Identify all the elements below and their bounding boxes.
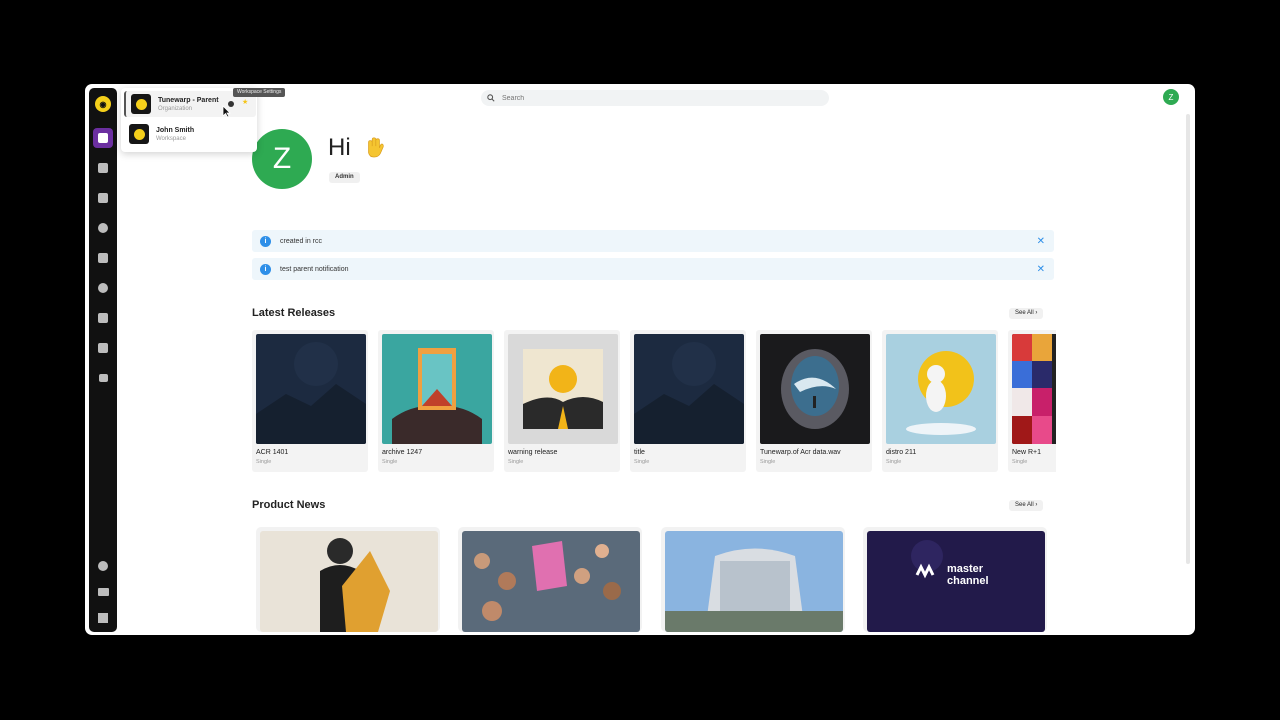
news-image-text: master channel — [947, 563, 989, 587]
release-title: Tunewarp.of Acr data.wav — [760, 449, 841, 456]
star-icon[interactable]: ★ — [242, 98, 248, 106]
workspace-item[interactable]: John Smith Workspace — [124, 121, 254, 147]
release-card[interactable]: New R+1 Single — [1008, 330, 1056, 472]
notification-text: created in rcc — [280, 237, 323, 245]
assets-icon[interactable] — [93, 248, 113, 268]
workspace-name: Tunewarp - Parent — [158, 96, 219, 104]
role-badge: Admin — [329, 172, 360, 183]
workspace-logo — [131, 94, 151, 114]
info-icon: i — [260, 235, 271, 247]
news-image — [462, 531, 640, 632]
releases-icon[interactable] — [93, 158, 113, 178]
royalties-icon[interactable] — [93, 308, 113, 328]
notification-banner: i test parent notification ✕ — [252, 258, 1054, 280]
news-image: master channel — [867, 531, 1045, 632]
news-image — [260, 531, 438, 632]
notification-banner: i created in rcc ✕ — [252, 230, 1054, 252]
news-image — [665, 531, 843, 632]
release-artwork — [382, 334, 492, 444]
analytics-icon[interactable] — [93, 368, 113, 388]
billing-icon[interactable] — [93, 582, 113, 602]
greeting-text: Hi — [328, 134, 351, 161]
info-icon[interactable] — [93, 556, 113, 576]
app-window: ◉ Z Z Hi Admin i created in rcc ✕ — [85, 84, 1195, 635]
distribution-icon[interactable] — [93, 278, 113, 298]
mouse-cursor-icon — [222, 105, 231, 118]
tracks-icon[interactable] — [93, 188, 113, 208]
release-title: title — [634, 449, 645, 456]
news-card[interactable]: master channel — [863, 527, 1047, 632]
search-icon — [487, 94, 495, 102]
release-card[interactable]: archive 1247 Single — [378, 330, 494, 472]
release-artwork — [1012, 334, 1056, 444]
shield-icon[interactable] — [93, 338, 113, 358]
news-card[interactable] — [661, 527, 845, 632]
release-title: distro 211 — [886, 449, 917, 456]
workspace-logo — [129, 124, 149, 144]
workspace-type: Workspace — [156, 135, 186, 142]
release-artwork — [760, 334, 870, 444]
release-type: Single — [508, 459, 524, 465]
release-card[interactable]: title Single — [630, 330, 746, 472]
release-title: archive 1247 — [382, 449, 423, 456]
settings-tooltip: Workspace Settings — [233, 88, 286, 97]
see-all-label: See All — [1015, 310, 1034, 316]
release-artwork — [256, 334, 366, 444]
app-logo[interactable]: ◉ — [95, 96, 111, 112]
release-type: Single — [1012, 459, 1028, 465]
close-icon[interactable]: ✕ — [1037, 264, 1045, 275]
see-all-label: See All — [1015, 502, 1034, 508]
workspace-name: John Smith — [156, 126, 195, 134]
waving-hand-icon — [368, 137, 384, 158]
release-type: Single — [256, 459, 272, 465]
release-type: Single — [760, 459, 776, 465]
user-avatar[interactable]: Z — [1163, 89, 1179, 105]
release-artwork — [886, 334, 996, 444]
home-icon[interactable] — [93, 128, 113, 148]
latest-releases-title: Latest Releases — [252, 307, 336, 319]
product-news-title: Product News — [252, 499, 326, 511]
news-card[interactable] — [256, 527, 440, 632]
release-title: New R+1 — [1012, 449, 1041, 456]
release-artwork — [634, 334, 744, 444]
copyright-icon[interactable] — [93, 218, 113, 238]
release-title: ACR 1401 — [256, 449, 289, 456]
sidebar: ◉ — [89, 88, 117, 632]
news-card[interactable] — [458, 527, 642, 632]
search-bar[interactable] — [481, 90, 829, 106]
apps-icon[interactable] — [93, 608, 113, 628]
notification-text: test parent notification — [280, 265, 349, 273]
release-type: Single — [382, 459, 398, 465]
search-input[interactable] — [500, 93, 804, 103]
workspace-switcher: Tunewarp - Parent Organization ★ John Sm… — [121, 88, 286, 152]
scrollbar[interactable] — [1186, 114, 1190, 564]
release-title: warning release — [508, 449, 558, 456]
releases-carousel[interactable]: ACR 1401 Single archive 1247 Single warn… — [252, 330, 1056, 474]
see-all-releases-button[interactable]: See All › — [1009, 308, 1044, 319]
release-card[interactable]: ACR 1401 Single — [252, 330, 368, 472]
release-type: Single — [886, 459, 902, 465]
info-icon: i — [260, 263, 271, 275]
release-card[interactable]: warning release Single — [504, 330, 620, 472]
release-card[interactable]: Tunewarp.of Acr data.wav Single — [756, 330, 872, 472]
release-card[interactable]: distro 211 Single — [882, 330, 998, 472]
workspace-type: Organization — [158, 105, 193, 112]
greeting-heading: Hi — [328, 134, 385, 162]
close-icon[interactable]: ✕ — [1037, 236, 1045, 247]
see-all-news-button[interactable]: See All › — [1009, 500, 1044, 511]
profile-avatar: Z — [252, 129, 312, 189]
release-artwork — [508, 334, 618, 444]
release-type: Single — [634, 459, 650, 465]
